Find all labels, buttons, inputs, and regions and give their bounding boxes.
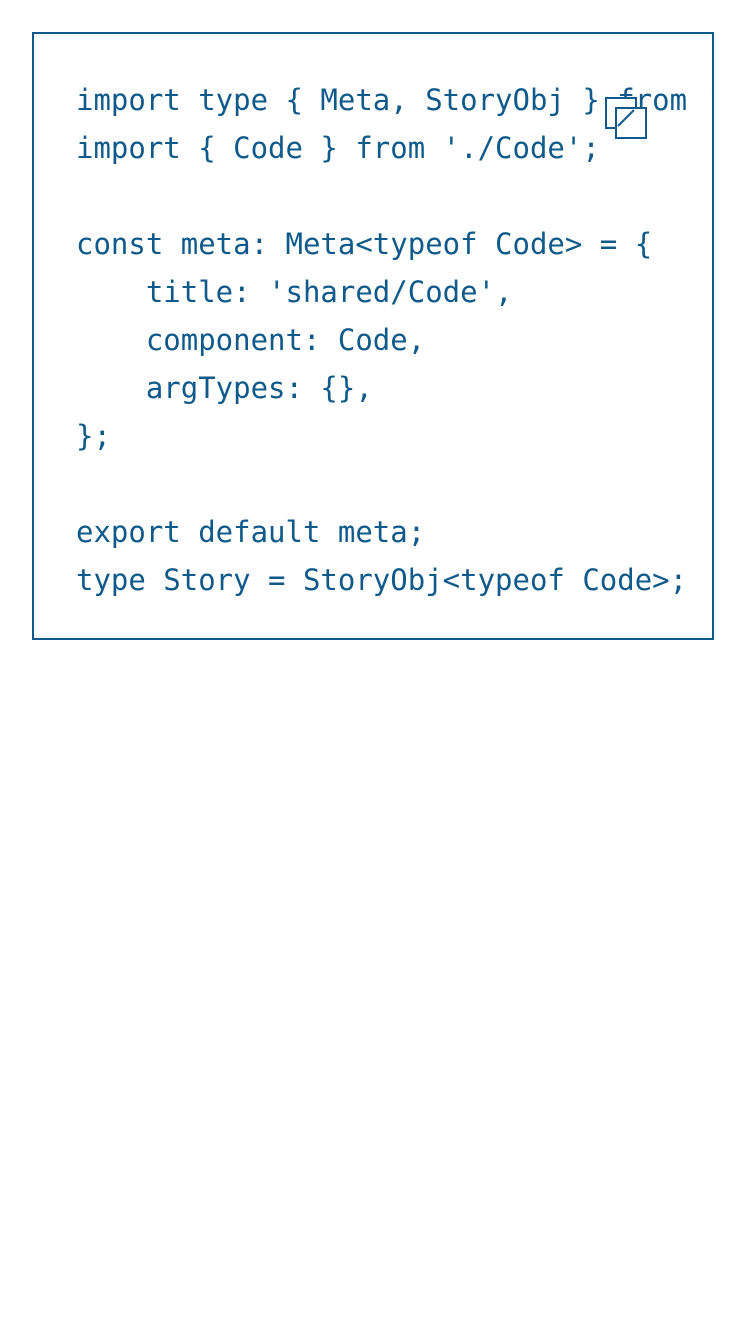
code-block: import type { Meta, StoryObj } from ' im… (32, 32, 714, 640)
copy-button[interactable] (604, 96, 648, 140)
code-line: title: 'shared/Code', (76, 275, 513, 309)
code-line: }; (76, 419, 111, 453)
code-line: argTypes: {}, (76, 371, 373, 405)
copy-icon (605, 97, 647, 139)
code-lines: import type { Meta, StoryObj } from ' im… (76, 76, 712, 604)
code-line: const meta: Meta<typeof Code> = { (76, 227, 653, 261)
code-line: type Story = StoryObj<typeof Code>; (76, 563, 688, 597)
code-line: export default meta; (76, 515, 426, 549)
code-line: component: Code, (76, 323, 426, 357)
